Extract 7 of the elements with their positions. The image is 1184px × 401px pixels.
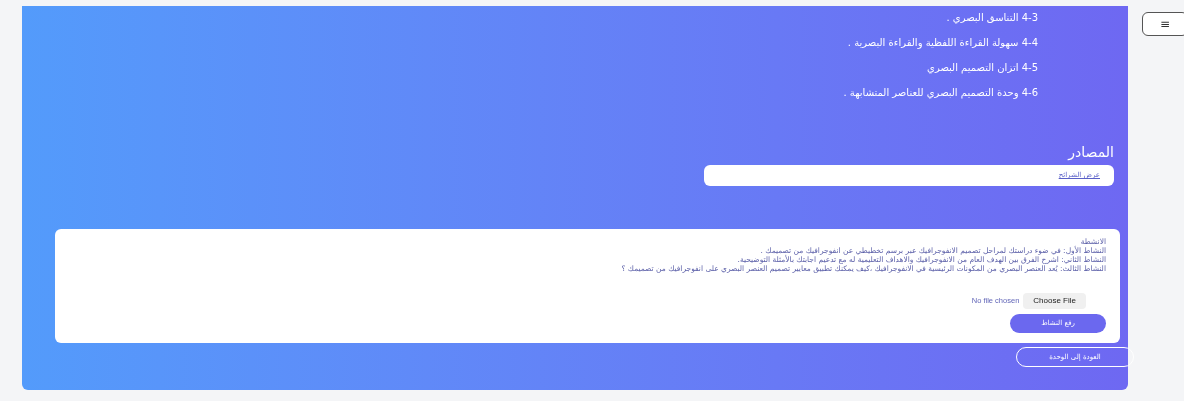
topic-item: 4-6 وحدة التصميم البصري للعناصر المتشابهة . (842, 86, 1038, 101)
menu-button[interactable]: ≡ (1142, 12, 1184, 36)
topic-item: 4-3 التناسق البصري . (945, 11, 1038, 26)
choose-file-button[interactable]: Choose File (1023, 293, 1086, 309)
sources-heading: المصادر (1068, 143, 1114, 161)
topic-item: 4-4 سهولة القراءة اللفظية والقراءة البصرية . (846, 36, 1038, 51)
topic-item: 4-5 اتزان التصميم البصري (926, 61, 1038, 76)
